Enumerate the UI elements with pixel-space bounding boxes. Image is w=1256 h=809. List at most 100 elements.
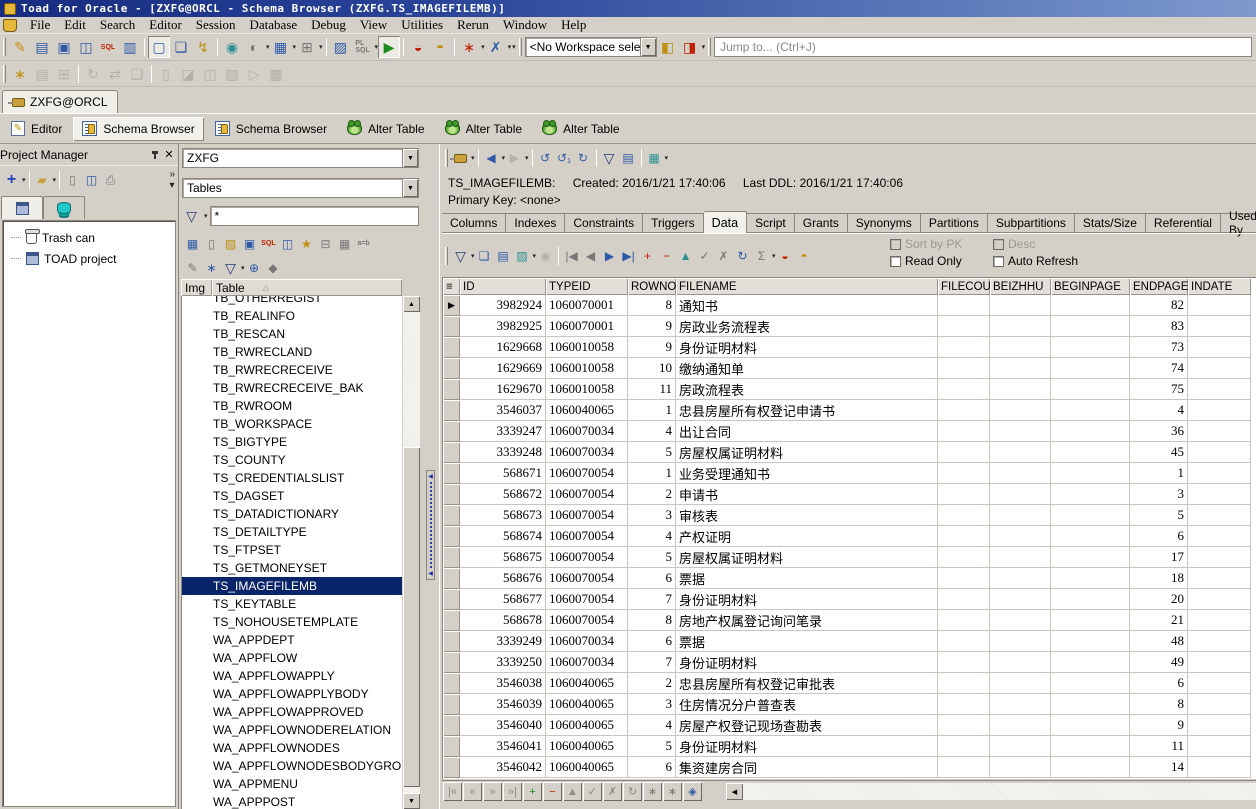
- cell-filename[interactable]: 出让合同: [676, 421, 938, 442]
- edit-record-button[interactable]: ▲: [563, 782, 582, 801]
- cell-typeid[interactable]: 1060070034: [546, 652, 628, 673]
- load-database-icon[interactable]: ◒: [407, 36, 429, 58]
- cell-beginpage[interactable]: [1051, 463, 1130, 484]
- row-selector[interactable]: ▶: [443, 358, 460, 379]
- row-selector[interactable]: ▶: [443, 400, 460, 421]
- cell-beginpage[interactable]: [1051, 736, 1130, 757]
- table-row[interactable]: ▶ 568672 1060070054 2 申请书 3: [443, 484, 1256, 505]
- refresh-data-icon[interactable]: ↻: [733, 246, 752, 265]
- cell-beginpage[interactable]: [1051, 484, 1130, 505]
- cell-filecount[interactable]: [938, 316, 990, 337]
- delete-record-button[interactable]: −: [543, 782, 562, 801]
- table-list-item[interactable]: TB_RWRECLAND: [182, 343, 402, 361]
- cell-filecount[interactable]: [938, 652, 990, 673]
- object-report-icon[interactable]: ▦: [645, 149, 664, 168]
- cell-typeid[interactable]: 1060010058: [546, 358, 628, 379]
- filter-data-icon[interactable]: ▽: [221, 258, 240, 277]
- table-list-item[interactable]: WA_APPDEPT: [182, 631, 402, 649]
- table-list-item[interactable]: TS_KEYTABLE: [182, 595, 402, 613]
- cell-id[interactable]: 3546039: [460, 694, 546, 715]
- save-document-icon[interactable]: ◫: [199, 63, 221, 85]
- analyze-icon[interactable]: ∗: [202, 258, 221, 277]
- cell-id[interactable]: 3339248: [460, 442, 546, 463]
- favorites-icon[interactable]: ★: [297, 234, 316, 253]
- refresh-all-icon[interactable]: ↻: [574, 149, 593, 168]
- cell-indate[interactable]: [1188, 736, 1251, 757]
- cell-filecount[interactable]: [938, 610, 990, 631]
- row-selector[interactable]: ▶: [443, 337, 460, 358]
- table-row[interactable]: ▶ 3339249 1060070034 6 票据 48: [443, 631, 1256, 652]
- toolbar-grip[interactable]: [445, 247, 448, 265]
- table-list-item[interactable]: TS_DETAILTYPE: [182, 523, 402, 541]
- table-list-item[interactable]: TB_RWRECRECEIVE_BAK: [182, 379, 402, 397]
- column-header-indate[interactable]: INDATE: [1188, 278, 1251, 295]
- table-row[interactable]: ▶ 3546037 1060040065 1 忠县房屋所有权登记申请书 4: [443, 400, 1256, 421]
- cell-filecount[interactable]: [938, 715, 990, 736]
- cell-beizhhu[interactable]: [990, 631, 1051, 652]
- table-list-item[interactable]: WA_APPPOST: [182, 793, 402, 809]
- cell-endpage[interactable]: 17: [1130, 547, 1188, 568]
- horizontal-scrollbar[interactable]: ◀: [726, 783, 1256, 800]
- cell-beginpage[interactable]: [1051, 442, 1130, 463]
- tab-schema-browser-active[interactable]: Schema Browser: [73, 117, 203, 141]
- cell-endpage[interactable]: 6: [1130, 526, 1188, 547]
- cell-indate[interactable]: [1188, 526, 1251, 547]
- cell-rowno[interactable]: 2: [628, 673, 676, 694]
- cell-rowno[interactable]: 9: [628, 316, 676, 337]
- print-icon[interactable]: ⎙: [101, 171, 120, 190]
- cell-id[interactable]: 568678: [460, 610, 546, 631]
- cell-indate[interactable]: [1188, 673, 1251, 694]
- table-row[interactable]: ▶ 3546040 1060040065 4 房屋产权登记现场查勘表 9: [443, 715, 1256, 736]
- cell-filename[interactable]: 票据: [676, 631, 938, 652]
- connection-switch-icon[interactable]: [451, 149, 470, 168]
- rowid-icon[interactable]: ◫: [278, 234, 297, 253]
- cell-beizhhu[interactable]: [990, 715, 1051, 736]
- calculator-icon[interactable]: ▦: [335, 234, 354, 253]
- export-dataset-icon[interactable]: ▨: [513, 246, 532, 265]
- cell-typeid[interactable]: 1060070054: [546, 610, 628, 631]
- cell-beizhhu[interactable]: [990, 400, 1051, 421]
- row-selector[interactable]: ▶: [443, 295, 460, 316]
- table-row[interactable]: ▶ 568678 1060070054 8 房地产权属登记询问笔录 21: [443, 610, 1256, 631]
- cell-filecount[interactable]: [938, 337, 990, 358]
- read-only-checkbox[interactable]: Read Only: [890, 254, 985, 268]
- table-list-item[interactable]: WA_APPFLOWAPPROVED: [182, 703, 402, 721]
- refresh-button[interactable]: ↻: [623, 782, 642, 801]
- row-selector[interactable]: ▶: [443, 694, 460, 715]
- cell-id[interactable]: 1629670: [460, 379, 546, 400]
- cell-indate[interactable]: [1188, 652, 1251, 673]
- table-list-item[interactable]: TS_COUNTY: [182, 451, 402, 469]
- privileges-icon[interactable]: ⊟: [316, 234, 335, 253]
- cell-typeid[interactable]: 1060070054: [546, 547, 628, 568]
- cell-beginpage[interactable]: [1051, 505, 1130, 526]
- project-manager-icon[interactable]: ▥: [119, 36, 141, 58]
- toolbar-overflow-icon[interactable]: »▾: [169, 169, 176, 191]
- cell-filename[interactable]: 住房情况分户普查表: [676, 694, 938, 715]
- cell-beizhhu[interactable]: [990, 673, 1051, 694]
- cell-endpage[interactable]: 73: [1130, 337, 1188, 358]
- column-header-filecount[interactable]: FILECOUNT: [938, 278, 990, 295]
- cell-beginpage[interactable]: [1051, 526, 1130, 547]
- object-type-dropdown-button[interactable]: ▼: [402, 179, 418, 197]
- cell-beizhhu[interactable]: [990, 316, 1051, 337]
- cell-typeid[interactable]: 1060040065: [546, 715, 628, 736]
- save-project-icon[interactable]: ◫: [82, 171, 101, 190]
- menu-item[interactable]: Database: [243, 17, 305, 34]
- cell-rowno[interactable]: 4: [628, 526, 676, 547]
- clear-button[interactable]: ◈: [683, 782, 702, 801]
- profile-start-icon[interactable]: ∗: [458, 36, 480, 58]
- cell-beizhhu[interactable]: [990, 505, 1051, 526]
- dropdown-arrow-icon[interactable]: ▾: [204, 212, 208, 220]
- cell-beginpage[interactable]: [1051, 589, 1130, 610]
- detail-tab[interactable]: Columns: [442, 213, 506, 233]
- cell-beizhhu[interactable]: [990, 484, 1051, 505]
- pin-icon[interactable]: [148, 148, 162, 162]
- cell-beizhhu[interactable]: [990, 295, 1051, 316]
- table-list-item[interactable]: TS_DATADICTIONARY: [182, 505, 402, 523]
- cell-filecount[interactable]: [938, 505, 990, 526]
- table-list-item[interactable]: TS_IMAGEFILEMB: [182, 577, 402, 595]
- sort-by-pk-checkbox[interactable]: Sort by PK: [890, 237, 985, 251]
- cell-rowno[interactable]: 8: [628, 610, 676, 631]
- detail-tab[interactable]: Script: [747, 213, 795, 233]
- goto-bookmark-button[interactable]: ∗: [663, 782, 682, 801]
